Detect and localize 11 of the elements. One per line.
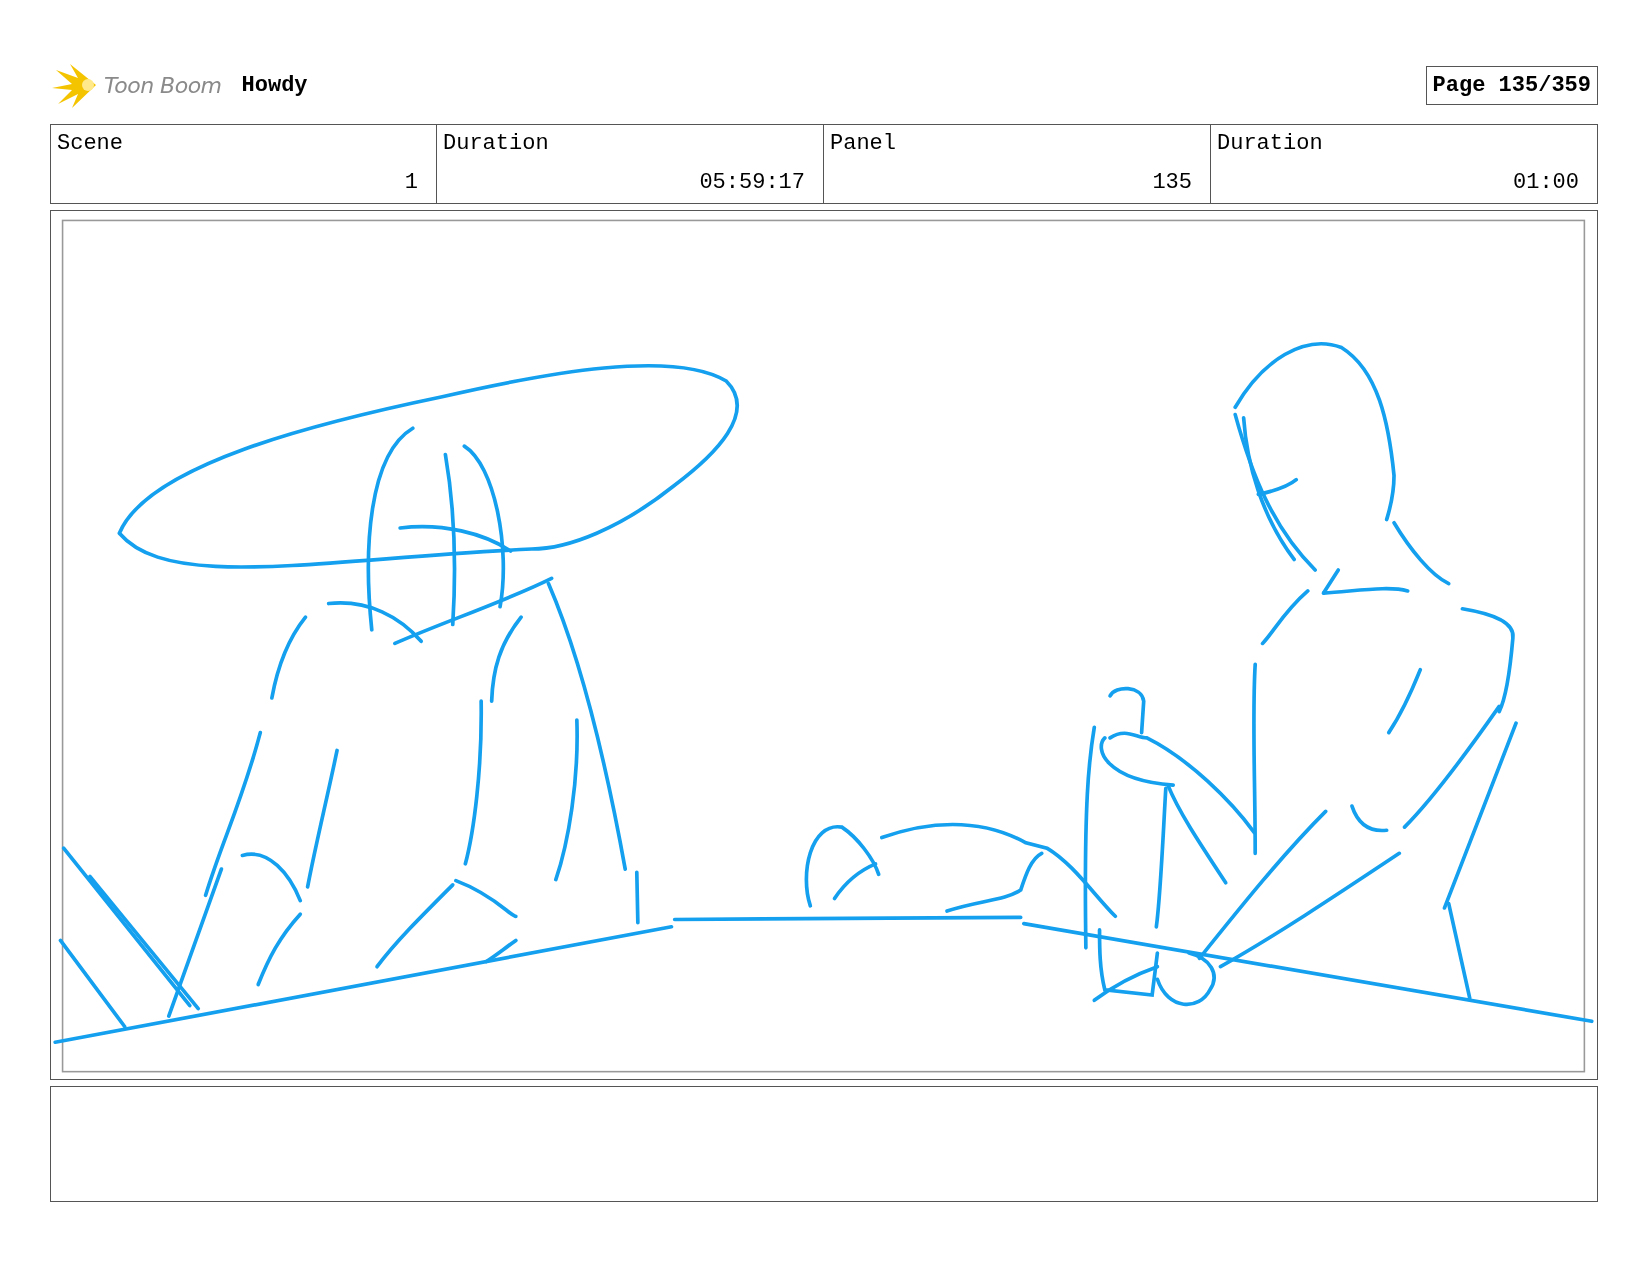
page-number: Page 135/359 <box>1425 65 1598 105</box>
project-title: Howdy <box>241 72 308 98</box>
field-value: 1 <box>404 170 418 195</box>
field-label: Scene <box>57 131 124 156</box>
field-value: 01:00 <box>1513 170 1579 195</box>
field-value: 135 <box>1152 170 1192 195</box>
field-value: 05:59:17 <box>699 170 805 195</box>
logo-text: Toon Boom <box>104 72 222 98</box>
field-label: Duration <box>443 131 550 156</box>
field-label: Panel <box>830 131 897 156</box>
field-label: Duration <box>1217 131 1324 156</box>
